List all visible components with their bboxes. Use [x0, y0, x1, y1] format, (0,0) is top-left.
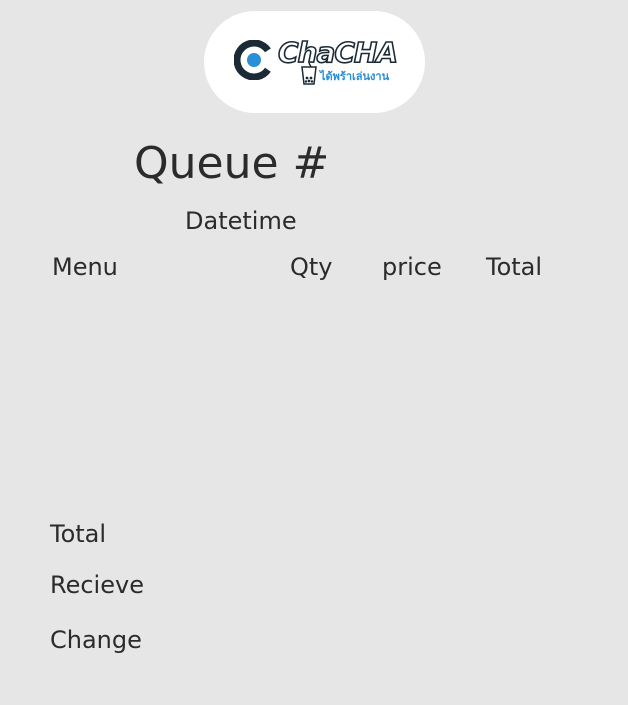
datetime-label: Datetime — [185, 207, 297, 235]
brand-logo: ChaCHA ได้พร้าเล่นงาน — [204, 11, 425, 113]
bubble-tea-cup-icon — [301, 63, 317, 85]
chacha-logo-icon — [234, 40, 274, 80]
summary-total-label: Total — [50, 520, 107, 548]
column-header-price: price — [382, 253, 442, 281]
column-header-total: Total — [486, 253, 543, 281]
queue-number: Queue # — [134, 138, 330, 189]
summary-change-label: Change — [50, 626, 142, 654]
column-header-menu: Menu — [52, 253, 118, 281]
brand-wordmark: ChaCHA — [277, 36, 399, 69]
brand-tagline: ได้พร้าเล่นงาน — [320, 70, 390, 83]
summary-receive-label: Recieve — [50, 571, 144, 599]
column-header-qty: Qty — [290, 253, 333, 281]
order-items-list — [52, 290, 572, 500]
